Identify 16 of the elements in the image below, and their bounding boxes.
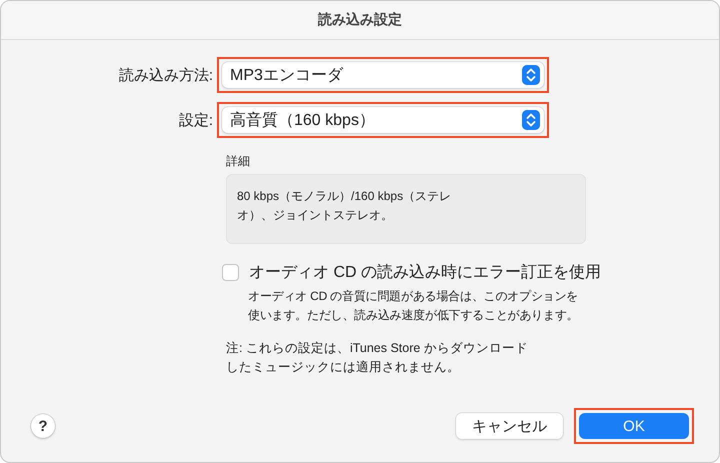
window-title: 読み込み設定	[1, 1, 719, 40]
ok-button[interactable]: OK	[579, 413, 689, 439]
field-label: 設定:	[178, 110, 214, 130]
note-text: 注: これらの設定は、iTunes Store からダウンロードしたミュージックには適用されません。	[226, 340, 529, 376]
help-button[interactable]: ?	[31, 414, 55, 438]
stepper-icon	[522, 65, 540, 85]
field-label: 読み込み方法:	[118, 66, 214, 84]
popup-button[interactable]: MP3エンコーダ	[222, 62, 544, 88]
checkbox[interactable]	[222, 264, 239, 281]
details-text: 80 kbps（モノラル）/160 kbps（ステレオ）、ジョイントステレオ。	[226, 174, 586, 244]
details-label: 詳細	[226, 153, 251, 170]
checkbox-label[interactable]: オーディオ CD の読み込み時にエラー訂正を使用	[249, 262, 601, 283]
stepper-icon	[522, 110, 540, 130]
popup-button[interactable]: 高音質（160 kbps）	[222, 107, 544, 133]
option-description: オーディオ CD の音質に問題がある場合は、このオプションを使います。ただし、読み込み速度が低下することがあります。	[248, 288, 580, 324]
cancel-button[interactable]: キャンセル	[456, 413, 563, 439]
